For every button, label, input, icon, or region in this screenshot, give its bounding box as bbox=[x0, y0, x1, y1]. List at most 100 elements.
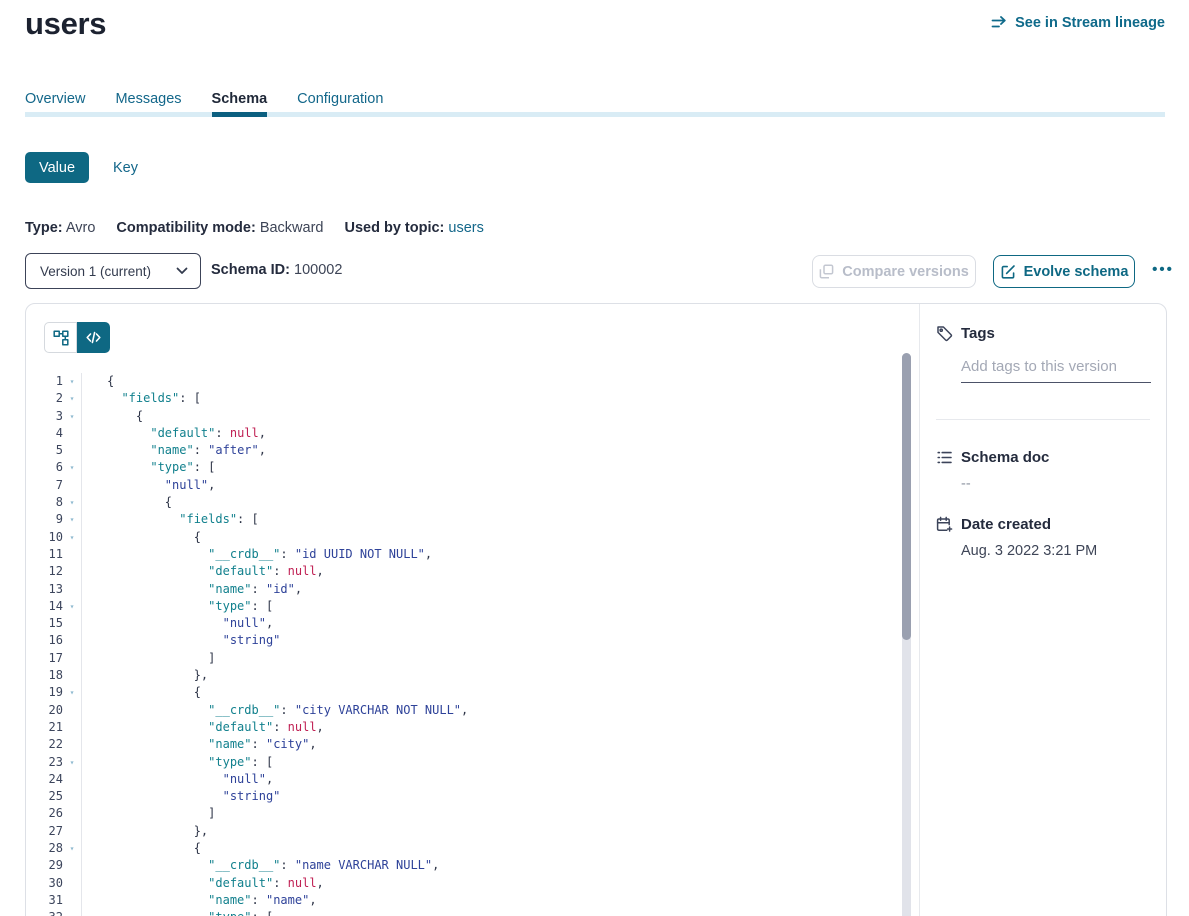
fold-arrow-icon[interactable]: ▾ bbox=[63, 684, 81, 701]
line-number: 29 bbox=[26, 857, 63, 874]
date-created-value: Aug. 3 2022 3:21 PM bbox=[961, 543, 1150, 559]
code-text: "default": null, bbox=[81, 875, 324, 892]
code-text: "__crdb__": "city VARCHAR NOT NULL", bbox=[81, 702, 468, 719]
line-number: 10 bbox=[26, 529, 63, 546]
evolve-schema-button[interactable]: Evolve schema bbox=[993, 255, 1135, 288]
code-line: 21 "default": null, bbox=[26, 719, 895, 736]
fold-arrow-placeholder bbox=[63, 875, 81, 892]
sidebar-divider bbox=[936, 419, 1150, 420]
code-lines: 1▾{2▾ "fields": [3▾ {4 "default": null,5… bbox=[26, 373, 895, 916]
code-line: 8▾ { bbox=[26, 494, 895, 511]
editor-scrollbar-track[interactable] bbox=[902, 353, 911, 916]
compare-versions-icon bbox=[819, 264, 834, 279]
fold-arrow-placeholder bbox=[63, 546, 81, 563]
schema-id-value: 100002 bbox=[294, 262, 342, 278]
fold-arrow-icon[interactable]: ▾ bbox=[63, 459, 81, 476]
fold-arrow-placeholder bbox=[63, 581, 81, 598]
more-actions-button[interactable]: ••• bbox=[1143, 253, 1183, 286]
fold-arrow-icon[interactable]: ▾ bbox=[63, 598, 81, 615]
code-text: "type": [ bbox=[81, 459, 215, 476]
evolve-schema-label: Evolve schema bbox=[1024, 264, 1129, 280]
tree-view-button[interactable] bbox=[44, 322, 77, 353]
fold-arrow-icon[interactable]: ▾ bbox=[63, 494, 81, 511]
schema-doc-value: -- bbox=[961, 476, 1150, 492]
code-line: 16 "string" bbox=[26, 632, 895, 649]
fold-arrow-placeholder bbox=[63, 771, 81, 788]
line-number: 21 bbox=[26, 719, 63, 736]
compare-versions-label: Compare versions bbox=[842, 264, 969, 280]
fold-arrow-placeholder bbox=[63, 667, 81, 684]
stream-lineage-link[interactable]: See in Stream lineage bbox=[991, 15, 1165, 31]
code-line: 10▾ { bbox=[26, 529, 895, 546]
fold-arrow-icon[interactable]: ▾ bbox=[63, 840, 81, 857]
line-number: 3 bbox=[26, 408, 63, 425]
fold-arrow-icon[interactable]: ▾ bbox=[63, 909, 81, 916]
code-text: "default": null, bbox=[81, 719, 324, 736]
code-line: 12 "default": null, bbox=[26, 563, 895, 580]
line-number: 28 bbox=[26, 840, 63, 857]
tab-schema[interactable]: Schema bbox=[212, 91, 268, 121]
line-number: 9 bbox=[26, 511, 63, 528]
line-number: 27 bbox=[26, 823, 63, 840]
code-line: 25 "string" bbox=[26, 788, 895, 805]
code-text: "name": "name", bbox=[81, 892, 317, 909]
code-line: 24 "null", bbox=[26, 771, 895, 788]
code-text: "name": "after", bbox=[81, 442, 266, 459]
line-number: 30 bbox=[26, 875, 63, 892]
line-number: 18 bbox=[26, 667, 63, 684]
line-number: 5 bbox=[26, 442, 63, 459]
value-tab-button[interactable]: Value bbox=[25, 152, 89, 183]
line-number: 14 bbox=[26, 598, 63, 615]
code-text: "__crdb__": "name VARCHAR NULL", bbox=[81, 857, 439, 874]
code-text: { bbox=[81, 840, 201, 857]
fold-arrow-icon[interactable]: ▾ bbox=[63, 529, 81, 546]
tags-section-heading: Tags bbox=[936, 325, 1150, 342]
line-number: 1 bbox=[26, 373, 63, 390]
editor-view-toggle bbox=[44, 322, 110, 353]
code-text: "null", bbox=[81, 477, 215, 494]
fold-arrow-icon[interactable]: ▾ bbox=[63, 408, 81, 425]
evolve-schema-icon bbox=[1000, 264, 1016, 280]
code-text: { bbox=[81, 529, 201, 546]
fold-arrow-icon[interactable]: ▾ bbox=[63, 754, 81, 771]
line-number: 32 bbox=[26, 909, 63, 916]
compare-versions-button[interactable]: Compare versions bbox=[812, 255, 976, 288]
calendar-plus-icon bbox=[936, 516, 953, 533]
compatibility-value: Backward bbox=[260, 220, 324, 236]
line-number: 19 bbox=[26, 684, 63, 701]
code-line: 1▾{ bbox=[26, 373, 895, 390]
code-text: { bbox=[81, 408, 143, 425]
code-line: 9▾ "fields": [ bbox=[26, 511, 895, 528]
key-tab-button[interactable]: Key bbox=[113, 160, 138, 176]
fold-arrow-placeholder bbox=[63, 702, 81, 719]
code-line: 15 "null", bbox=[26, 615, 895, 632]
fold-arrow-icon[interactable]: ▾ bbox=[63, 511, 81, 528]
line-number: 15 bbox=[26, 615, 63, 632]
editor-scrollbar-thumb[interactable] bbox=[902, 353, 911, 640]
fold-arrow-placeholder bbox=[63, 632, 81, 649]
fold-arrow-placeholder bbox=[63, 736, 81, 753]
code-line: 30 "default": null, bbox=[26, 875, 895, 892]
line-number: 22 bbox=[26, 736, 63, 753]
line-number: 2 bbox=[26, 390, 63, 407]
version-select[interactable]: Version 1 (current) bbox=[25, 253, 201, 289]
code-text: "type": [ bbox=[81, 909, 273, 916]
code-view-button[interactable] bbox=[77, 322, 110, 353]
fold-arrow-icon[interactable]: ▾ bbox=[63, 390, 81, 407]
line-number: 12 bbox=[26, 563, 63, 580]
code-text: "default": null, bbox=[81, 563, 324, 580]
fold-arrow-icon[interactable]: ▾ bbox=[63, 373, 81, 390]
fold-arrow-placeholder bbox=[63, 823, 81, 840]
date-created-section-heading: Date created bbox=[936, 516, 1150, 533]
topic-link[interactable]: users bbox=[448, 220, 483, 236]
code-text: "name": "city", bbox=[81, 736, 317, 753]
schema-doc-section-heading: Schema doc bbox=[936, 449, 1150, 466]
code-text: { bbox=[81, 494, 172, 511]
schema-doc-heading: Schema doc bbox=[961, 449, 1049, 466]
chevron-down-icon bbox=[176, 267, 188, 275]
add-tags-input[interactable] bbox=[961, 358, 1151, 383]
code-text: "type": [ bbox=[81, 754, 273, 771]
fold-arrow-placeholder bbox=[63, 892, 81, 909]
compatibility-label: Compatibility mode: bbox=[116, 220, 255, 236]
code-line: 17 ] bbox=[26, 650, 895, 667]
